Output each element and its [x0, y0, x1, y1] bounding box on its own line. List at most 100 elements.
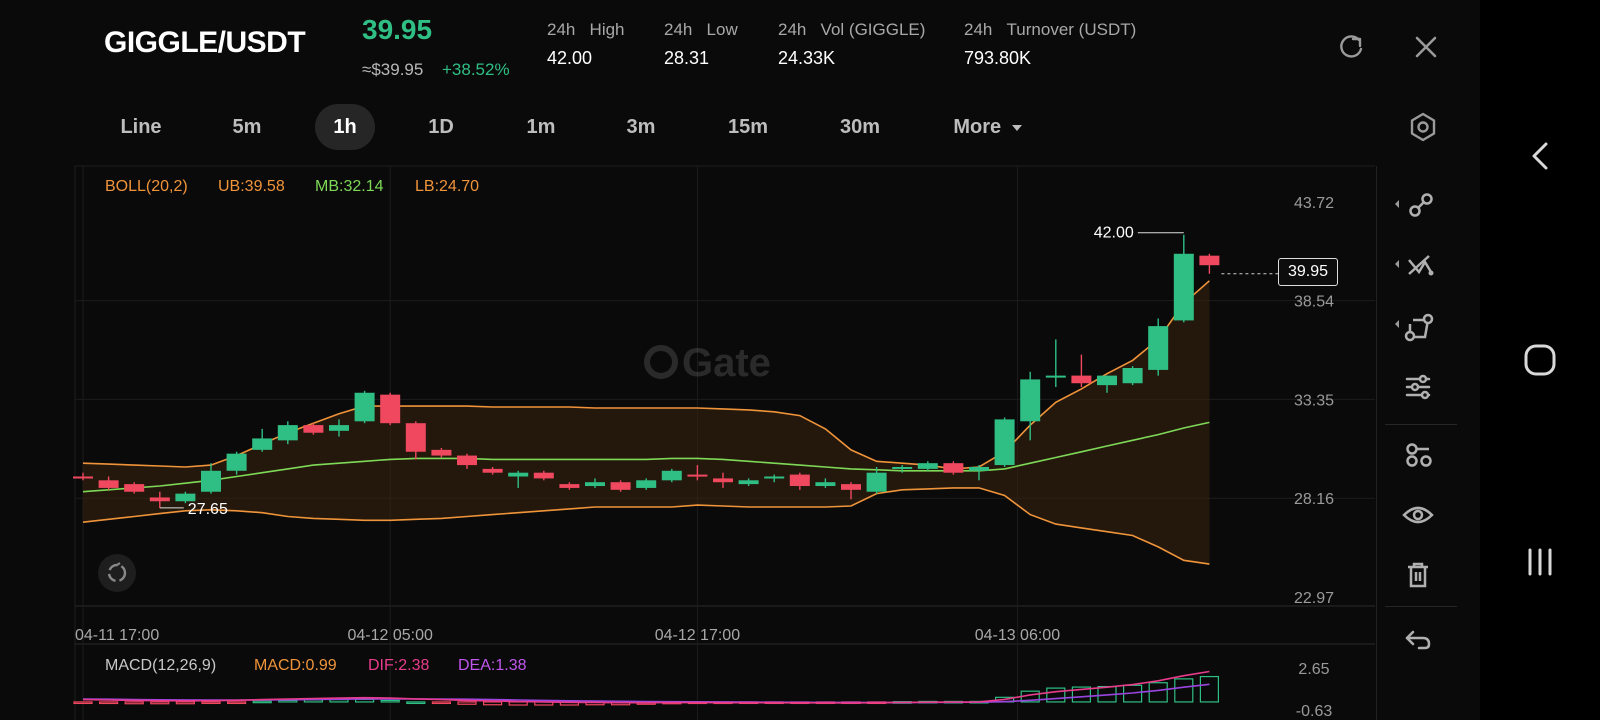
candle-body	[201, 470, 221, 492]
candle-body	[1148, 326, 1169, 370]
candle-body	[277, 425, 298, 441]
trend-line-icon[interactable]	[1393, 182, 1443, 232]
macd-histogram-bar	[457, 701, 477, 705]
low-marker-label: 27.65	[188, 501, 228, 518]
macd-histogram-bar	[201, 701, 221, 705]
macd-legend-dif: DIF:2.38	[368, 657, 430, 674]
boll-band-fill	[83, 280, 1210, 565]
macd-legend-macd: MACD:0.99	[254, 657, 337, 674]
candle	[354, 390, 375, 424]
candle-body	[661, 470, 682, 481]
candle	[1199, 253, 1220, 274]
candle-body	[226, 453, 247, 471]
candle	[1148, 318, 1169, 376]
chart-screen: GIGGLE/USDT 39.95 ≈$39.95 +38.52% 24h Hi…	[0, 0, 1480, 720]
candle-body	[1199, 255, 1220, 266]
macd-histogram-bar	[1174, 678, 1194, 703]
candle-body	[405, 423, 426, 452]
candle-body	[354, 392, 375, 422]
price-chart[interactable]: 43.72 38.54 33.35 28.16 22.97 04-11 17:00 04-1…	[0, 0, 1480, 720]
candle-body	[533, 472, 554, 479]
candle	[661, 468, 682, 483]
macd-histogram-bar	[98, 701, 119, 705]
candle-body	[149, 497, 170, 502]
multi-line-icon[interactable]	[1393, 242, 1443, 292]
candle-body	[252, 438, 273, 450]
candle	[252, 428, 273, 452]
time-tick-label: 04-11 17:00	[75, 627, 159, 644]
boll-legend-mb: MB:32.14	[315, 178, 384, 195]
macd-histogram-bar	[1199, 675, 1220, 703]
candle-body	[815, 482, 836, 487]
high-marker-label: 42.00	[1094, 225, 1134, 242]
candle-body	[1097, 375, 1117, 386]
macd-dif-line	[82, 670, 1210, 704]
candle-body	[738, 480, 759, 485]
macd-histogram-bar	[124, 701, 144, 705]
candle-body	[380, 394, 401, 424]
macd-histogram-bar	[227, 701, 247, 705]
macd-legend-dea: DEA:1.38	[458, 657, 527, 674]
shape-icon[interactable]	[1393, 302, 1443, 352]
reset-icon	[107, 562, 127, 583]
boll-legend-ub: UB:39.58	[218, 178, 285, 195]
last-price-label: 39.95	[1278, 258, 1338, 286]
eye-icon[interactable]	[1393, 490, 1443, 540]
back-icon[interactable]	[1510, 126, 1570, 186]
recents-icon[interactable]	[1510, 532, 1570, 592]
price-tick-label: 38.54	[1294, 294, 1334, 311]
candle-body	[559, 484, 580, 488]
drawing-toolbar	[1376, 166, 1477, 720]
time-tick-label: 04-12 05:00	[347, 627, 433, 644]
candle-body	[969, 466, 989, 471]
undo-icon[interactable]	[1393, 614, 1443, 664]
candle-body	[687, 474, 708, 477]
candle-body	[764, 476, 785, 479]
home-icon[interactable]	[1510, 330, 1570, 390]
reset-view-button[interactable]	[98, 554, 136, 592]
settings-sliders-icon[interactable]	[1393, 362, 1443, 412]
macd-histogram-bar	[406, 701, 426, 705]
candle	[1045, 339, 1066, 388]
candle	[943, 461, 964, 475]
candle-body	[1122, 367, 1143, 384]
macd-histogram-bar	[175, 701, 195, 705]
macd-histogram-bar	[1046, 687, 1066, 703]
candle	[1173, 234, 1194, 323]
macd-histogram-bar	[150, 701, 170, 705]
candle-body	[431, 449, 452, 456]
candle-body	[1173, 253, 1194, 321]
indicators-icon[interactable]	[1393, 430, 1443, 480]
boll-legend-name: BOLL(20,2)	[105, 178, 188, 195]
price-tick-label: 22.97	[1294, 590, 1334, 607]
macd-tick-label: 2.65	[1298, 661, 1329, 678]
candle-body	[303, 425, 324, 433]
candle-body	[329, 425, 349, 431]
candle-body	[457, 455, 477, 466]
candle-body	[482, 468, 503, 473]
candle-body	[892, 466, 913, 469]
candle-body	[943, 463, 964, 473]
candle-body	[636, 480, 657, 488]
candle-body	[73, 476, 93, 479]
macd-histogram-bar	[1148, 682, 1168, 703]
trash-icon[interactable]	[1393, 550, 1443, 600]
price-tick-label: 28.16	[1294, 491, 1334, 508]
candle-body	[585, 482, 605, 487]
candle-body	[713, 478, 733, 483]
candle	[380, 392, 401, 426]
candle-body	[1071, 375, 1092, 384]
candle-body	[124, 484, 145, 492]
candle	[994, 417, 1015, 467]
candle	[1122, 366, 1143, 386]
candle-body	[917, 463, 938, 469]
price-tick-label: 43.72	[1294, 195, 1334, 212]
candle-body	[789, 474, 810, 487]
boll-legend-lb: LB:24.70	[415, 178, 480, 195]
candle-body	[98, 480, 119, 488]
time-tick-label: 04-13 06:00	[975, 627, 1061, 644]
candle-body	[841, 484, 861, 490]
gate-watermark: Gate	[644, 341, 771, 385]
candle-body	[1045, 375, 1066, 378]
macd-histogram-bar	[252, 700, 272, 704]
